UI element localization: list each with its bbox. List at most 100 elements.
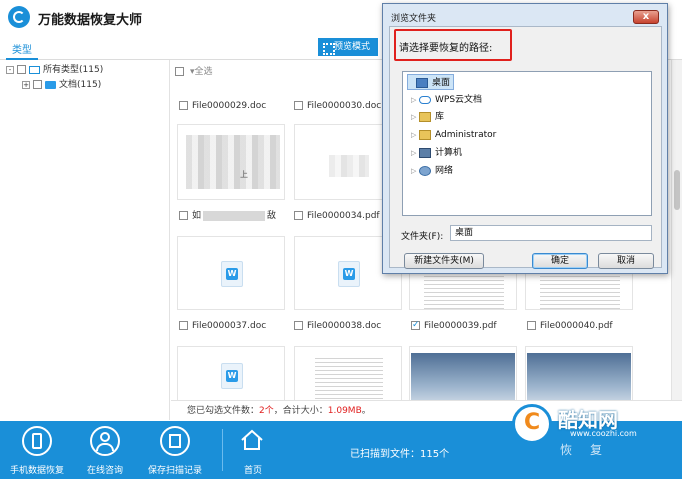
folder-tree: 桌面 ▷ WPS云文档 ▷ 库 ▷ Administrator ▷ 计算机 ▷ 网络 <box>402 71 652 216</box>
expand-arrow-icon[interactable]: ▷ <box>411 163 419 179</box>
tree-item-label: 文档(115) <box>59 80 102 90</box>
folder-label: 计算机 <box>435 148 463 158</box>
tree-item-all-types[interactable]: - 所有类型(115) <box>6 63 103 77</box>
app-window: 万能数据恢复大师 类型 预览模式 - 所有类型(115) + 文档(115) ▾全选… <box>0 0 682 479</box>
file-name: File0000034.pdf <box>307 211 380 221</box>
site-watermark: 酷知网 www.coozhi.com <box>512 402 672 446</box>
file-checkbox[interactable] <box>294 211 303 220</box>
type-tree: - 所有类型(115) + 文档(115) <box>0 60 170 420</box>
preview-mode-button[interactable]: 预览模式 <box>318 38 378 56</box>
file-name-row[interactable]: File0000029.doc <box>179 100 266 112</box>
file-name: File0000039.pdf <box>424 321 497 331</box>
tree-checkbox[interactable] <box>33 80 42 89</box>
expand-arrow-icon[interactable]: ▷ <box>411 109 419 125</box>
cloud-icon <box>419 95 431 104</box>
tab-type[interactable]: 类型 <box>12 41 32 56</box>
status-mid: ，合计大小： <box>273 406 328 416</box>
user-icon <box>90 426 120 456</box>
file-thumbnail[interactable] <box>177 236 285 310</box>
scrollbar-thumb[interactable] <box>674 170 680 210</box>
folder-label: 桌面 <box>432 78 451 88</box>
preview-text: 上 <box>240 170 248 179</box>
expand-icon[interactable]: + <box>22 80 30 89</box>
file-thumbnail[interactable] <box>294 346 402 400</box>
save-scan-button[interactable]: 保存扫描记录 <box>140 421 210 479</box>
folder-item-desktop[interactable]: 桌面 <box>407 74 455 90</box>
file-checkbox[interactable] <box>179 101 188 110</box>
browse-folder-dialog: 浏览文件夹 x 请选择要恢复的路径: 桌面 ▷ WPS云文档 ▷ 库 ▷ Admini… <box>382 3 668 274</box>
file-checkbox[interactable] <box>527 321 536 330</box>
user-folder-icon <box>419 129 431 140</box>
phone-recovery-label: 手机数据恢复 <box>9 466 64 476</box>
doc-preview <box>315 355 383 400</box>
blurred-preview <box>329 155 369 177</box>
watermark-url: www.coozhi.com <box>570 429 637 438</box>
file-name: File0000030.doc <box>307 101 382 111</box>
expand-arrow-icon[interactable]: ▷ <box>411 145 419 161</box>
file-name-row[interactable]: File0000034.pdf <box>294 210 380 222</box>
watermark-logo-icon <box>512 404 552 444</box>
file-checkbox-checked[interactable] <box>411 319 420 331</box>
wps-doc-icon <box>221 363 243 389</box>
file-name-row[interactable]: File0000030.doc <box>294 100 381 112</box>
selected-size: 1.09MB <box>327 406 362 416</box>
file-name-tail: 敌 <box>267 211 277 221</box>
file-name-row[interactable]: File0000037.doc <box>179 320 266 332</box>
dialog-body: 请选择要恢复的路径: 桌面 ▷ WPS云文档 ▷ 库 ▷ Administrator … <box>389 26 662 269</box>
folder-item-network[interactable]: ▷ 网络 <box>411 163 453 179</box>
file-thumbnail[interactable] <box>177 346 285 400</box>
dialog-prompt: 请选择要恢复的路径: <box>399 43 493 54</box>
file-name-row[interactable]: 如敌 <box>179 210 276 222</box>
file-checkbox[interactable] <box>294 321 303 330</box>
cancel-button[interactable]: 取消 <box>598 253 654 269</box>
file-name: 如 <box>192 211 202 221</box>
tree-item-documents[interactable]: + 文档(115) <box>22 78 101 92</box>
folder-item-administrator[interactable]: ▷ Administrator <box>411 127 496 143</box>
status-prefix: 您已勾选文件数： <box>187 406 260 416</box>
selected-count: 2个 <box>259 406 274 416</box>
folder-field[interactable]: 桌面 <box>450 225 652 241</box>
folder-icon <box>45 80 56 89</box>
file-checkbox[interactable] <box>294 101 303 110</box>
folder-item-computer[interactable]: ▷ 计算机 <box>411 145 462 161</box>
file-name: File0000037.doc <box>192 321 267 331</box>
dialog-title: 浏览文件夹 <box>391 14 437 24</box>
select-all-label: 全选 <box>194 67 213 77</box>
save-record-icon <box>160 426 190 456</box>
file-thumbnail[interactable] <box>409 346 517 400</box>
wps-doc-icon <box>338 261 360 287</box>
folder-item-wps-cloud[interactable]: ▷ WPS云文档 <box>411 92 482 108</box>
expand-arrow-icon[interactable]: ▷ <box>411 127 419 143</box>
grid-scrollbar[interactable] <box>671 60 682 400</box>
select-all[interactable]: ▾全选 <box>175 64 213 77</box>
app-logo-icon <box>8 6 30 28</box>
online-consult-button[interactable]: 在线咨询 <box>70 421 140 479</box>
home-button[interactable]: 首页 <box>218 421 288 479</box>
dialog-close-button[interactable]: x <box>633 10 659 24</box>
app-title: 万能数据恢复大师 <box>38 13 143 28</box>
blurred-preview <box>186 135 280 189</box>
tree-checkbox[interactable] <box>17 65 26 74</box>
file-name-row[interactable]: File0000039.pdf <box>411 319 497 332</box>
file-checkbox[interactable] <box>179 321 188 330</box>
ok-button[interactable]: 确定 <box>532 253 588 269</box>
wps-doc-icon <box>221 261 243 287</box>
ppt-preview <box>527 353 631 400</box>
file-thumbnail[interactable]: 上 <box>177 124 285 200</box>
folder-label: 库 <box>435 112 445 122</box>
select-all-checkbox[interactable] <box>175 67 184 76</box>
file-name-row[interactable]: File0000038.doc <box>294 320 381 332</box>
file-checkbox[interactable] <box>179 211 188 220</box>
folder-item-library[interactable]: ▷ 库 <box>411 109 444 125</box>
collapse-icon[interactable]: - <box>6 65 14 74</box>
file-name: File0000029.doc <box>192 101 267 111</box>
phone-icon <box>22 426 52 456</box>
file-thumbnail[interactable] <box>525 346 633 400</box>
expand-arrow-icon[interactable]: ▷ <box>411 92 419 108</box>
ppt-preview <box>411 353 515 400</box>
file-name-row[interactable]: File0000040.pdf <box>527 320 613 332</box>
phone-recovery-button[interactable]: 手机数据恢复 <box>2 421 72 479</box>
computer-icon <box>419 147 431 158</box>
new-folder-button[interactable]: 新建文件夹(M) <box>404 253 484 269</box>
file-name: File0000038.doc <box>307 321 382 331</box>
